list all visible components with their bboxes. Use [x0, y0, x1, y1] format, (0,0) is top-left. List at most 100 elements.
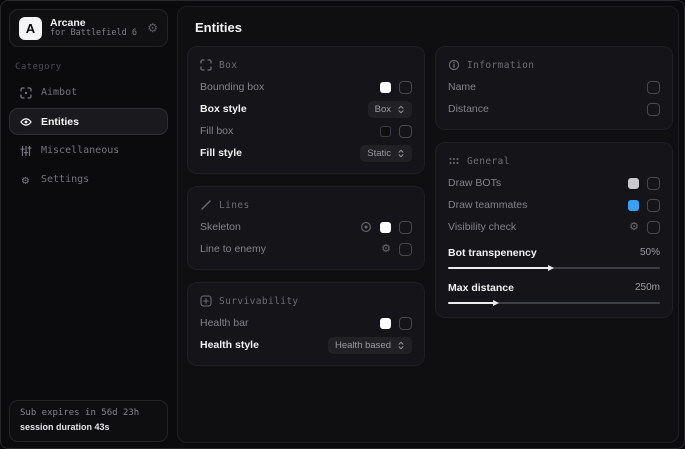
checkbox[interactable]: [399, 81, 412, 94]
session-duration-text: session duration 43s: [20, 421, 157, 435]
setting-label: Health bar: [200, 317, 248, 329]
setting-label: Draw teammates: [448, 199, 527, 211]
info-icon: [448, 59, 460, 71]
setting-row-fill-box: Fill box: [200, 120, 412, 142]
setting-label: Bot transpenency: [448, 247, 537, 259]
slider-bot-transparency: Bot transpenency 50%: [448, 238, 660, 269]
unfold-icon: [397, 148, 405, 159]
sidebar-item-label: Miscellaneous: [41, 145, 119, 156]
card-box: Box Bounding box Box style Box: [187, 46, 425, 174]
checkbox[interactable]: [647, 199, 660, 212]
setting-label: Health style: [200, 339, 259, 351]
card-title-label: Box: [219, 60, 237, 71]
box-corners-icon: [200, 59, 212, 71]
slider-thumb[interactable]: [548, 265, 554, 271]
eye-icon: [19, 115, 32, 128]
brand-card: A Arcane for Battlefield 6 ⚙: [9, 9, 168, 47]
app-logo: A: [19, 17, 42, 40]
color-swatch[interactable]: [628, 178, 639, 189]
crosshair-icon: [19, 86, 32, 99]
unfold-icon: [397, 104, 405, 115]
setting-label: Visibility check: [448, 221, 516, 233]
checkbox[interactable]: [399, 221, 412, 234]
card-survivability-header: Survivability: [200, 292, 412, 310]
sidebar-item-settings[interactable]: ⚙ Settings: [9, 166, 168, 193]
card-general-header: General: [448, 152, 660, 170]
category-label: Category: [15, 62, 162, 72]
card-information-header: Information: [448, 56, 660, 74]
app-window: A Arcane for Battlefield 6 ⚙ Category Ai…: [0, 0, 685, 449]
sidebar-nav: Aimbot Entities Miscellaneous ⚙ Settings: [9, 79, 168, 193]
card-title-label: General: [467, 156, 510, 167]
dropdown-value: Static: [367, 148, 391, 159]
sidebar: A Arcane for Battlefield 6 ⚙ Category Ai…: [1, 1, 176, 448]
dropdown-value: Health based: [335, 340, 391, 351]
setting-label: Box style: [200, 103, 247, 115]
checkbox[interactable]: [399, 243, 412, 256]
setting-row-health-bar: Health bar: [200, 312, 412, 334]
color-swatch[interactable]: [380, 222, 391, 233]
health-style-dropdown[interactable]: Health based: [328, 337, 412, 354]
gear-icon[interactable]: ⚙: [147, 22, 158, 34]
sidebar-item-entities[interactable]: Entities: [9, 108, 168, 135]
slider-fill: [448, 267, 550, 269]
checkbox[interactable]: [647, 81, 660, 94]
sidebar-item-aimbot[interactable]: Aimbot: [9, 79, 168, 106]
setting-row-skeleton: Skeleton: [200, 216, 412, 238]
card-general: General Draw BOTs Draw teammates: [435, 142, 673, 318]
brand-text: Arcane for Battlefield 6: [50, 17, 139, 39]
setting-row-draw-teammates: Draw teammates: [448, 194, 660, 216]
setting-label: Bounding box: [200, 81, 264, 93]
checkbox[interactable]: [647, 177, 660, 190]
color-swatch[interactable]: [380, 82, 391, 93]
checkbox[interactable]: [399, 317, 412, 330]
diagonal-line-icon: [200, 199, 212, 211]
slider-thumb[interactable]: [493, 300, 499, 306]
target-config-icon[interactable]: [360, 221, 372, 233]
checkbox[interactable]: [647, 221, 660, 234]
setting-label: Name: [448, 81, 476, 93]
sidebar-item-label: Aimbot: [41, 87, 77, 98]
slider-value: 250m: [635, 282, 660, 293]
unfold-icon: [397, 340, 405, 351]
setting-row-line-to-enemy: Line to enemy ⚙: [200, 238, 412, 260]
fill-style-dropdown[interactable]: Static: [360, 145, 412, 162]
setting-row-visibility-check: Visibility check ⚙: [448, 216, 660, 238]
sidebar-item-miscellaneous[interactable]: Miscellaneous: [9, 137, 168, 164]
cards-grid: Box Bounding box Box style Box: [187, 46, 669, 366]
card-title-label: Information: [467, 60, 534, 71]
subscription-card: Sub expires in 56d 23h session duration …: [9, 400, 168, 442]
sidebar-item-label: Entities: [41, 116, 79, 128]
setting-label: Distance: [448, 103, 489, 115]
setting-row-draw-bots: Draw BOTs: [448, 172, 660, 194]
gear-icon[interactable]: ⚙: [381, 244, 391, 255]
health-pack-icon: [200, 295, 212, 307]
right-column: Information Name Distance: [435, 46, 673, 318]
card-information: Information Name Distance: [435, 46, 673, 130]
card-survivability: Survivability Health bar Health style He…: [187, 282, 425, 366]
slider-fill: [448, 302, 495, 304]
slider-track[interactable]: [448, 267, 660, 269]
color-swatch[interactable]: [380, 318, 391, 329]
setting-label: Draw BOTs: [448, 177, 501, 189]
setting-row-box-style: Box style Box: [200, 98, 412, 120]
card-title-label: Lines: [219, 200, 250, 211]
setting-label: Fill style: [200, 147, 242, 159]
setting-row-distance: Distance: [448, 98, 660, 120]
box-style-dropdown[interactable]: Box: [368, 101, 412, 118]
dropdown-value: Box: [375, 104, 391, 115]
color-swatch[interactable]: [380, 126, 391, 137]
sub-expiry-text: Sub expires in 56d 23h: [20, 407, 157, 421]
checkbox[interactable]: [399, 125, 412, 138]
card-lines: Lines Skeleton Line to enemy: [187, 186, 425, 270]
color-swatch[interactable]: [628, 200, 639, 211]
setting-label: Line to enemy: [200, 243, 266, 255]
setting-label: Max distance: [448, 282, 514, 294]
checkbox[interactable]: [647, 103, 660, 116]
card-box-header: Box: [200, 56, 412, 74]
setting-label: Fill box: [200, 125, 233, 137]
slider-track[interactable]: [448, 302, 660, 304]
sliders-icon: [19, 144, 32, 157]
gear-icon[interactable]: ⚙: [629, 222, 639, 233]
gear-icon: ⚙: [19, 173, 32, 186]
